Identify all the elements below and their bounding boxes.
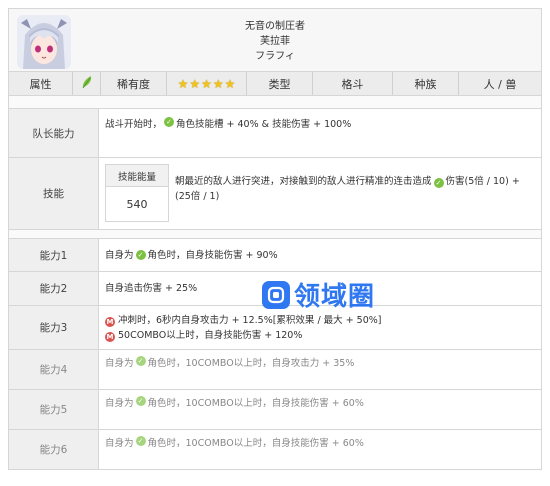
leader-text-b: 角色技能槽 + 40% & 技能伤害 + 100% <box>176 119 352 130</box>
ability-text: 自身为 ✓ 角色时，10COMBO以上时，自身技能伤害 + 60% <box>105 430 535 469</box>
star-icon: ★ <box>189 76 201 91</box>
ability-text-line1: 冲刺时，6秒内自身攻击力 + 12.5%[累积效果 / 最大 + 50%] <box>118 314 382 326</box>
ability-text-b: 角色时，自身技能伤害 + 90% <box>147 249 278 261</box>
ability-text: 自身为 ✓ 角色时，自身技能伤害 + 90% <box>105 239 535 271</box>
leaf-icon: ✓ <box>135 436 146 446</box>
watermark: 领域圈 <box>262 276 375 313</box>
ability-text-b: 角色时，10COMBO以上时，自身技能伤害 + 60% <box>147 438 364 449</box>
ability-label: 能力6 <box>9 430 99 469</box>
star-icon: ★ <box>212 76 224 91</box>
leader-ability-text: 战斗开始时， ✓ 角色技能槽 + 40% & 技能伤害 + 100% <box>105 109 535 157</box>
ability-text-b: 角色时，10COMBO以上时，自身技能伤害 + 60% <box>147 398 364 409</box>
ability-row-6: 能力6 自身为 ✓ 角色时，10COMBO以上时，自身技能伤害 + 60% <box>8 430 542 470</box>
skill-energy-value: 540 <box>126 197 148 211</box>
ability-text-a: 自身为 <box>105 438 134 449</box>
title-block: 无音の制圧者 芙拉菲 フラフィ <box>9 19 541 64</box>
skill-row: 技能 技能能量 540 朝最近的敌人进行突进，对接触到的敌人进行精准的连击造成 ✓… <box>8 158 542 230</box>
card-header: 无音の制圧者 芙拉菲 フラフィ <box>8 8 542 72</box>
leaf-icon: ✓ <box>135 356 146 366</box>
character-name-cn: 芙拉菲 <box>260 36 290 47</box>
skill-description: 朝最近的敌人进行突进，对接触到的敌人进行精准的连击造成 ✓ 伤害(5倍 / 10) … <box>175 174 535 204</box>
m-badge-icon: M <box>105 331 115 342</box>
ability-label: 能力5 <box>9 390 99 429</box>
skill-label: 技能 <box>9 158 99 229</box>
type-label: 类型 <box>247 72 313 95</box>
type-value: 格斗 <box>313 72 393 95</box>
ability-row-5: 能力5 自身为 ✓ 角色时，10COMBO以上时，自身技能伤害 + 60% <box>8 390 542 430</box>
ability-label: 能力3 <box>9 306 99 349</box>
character-name-jp: フラフィ <box>255 51 295 62</box>
star-icon: ★ <box>177 76 189 91</box>
leader-text-a: 战斗开始时， <box>105 119 163 130</box>
ability-row-4: 能力4 自身为 ✓ 角色时，10COMBO以上时，自身攻击力 + 35% <box>8 350 542 390</box>
skill-desc-a: 朝最近的敌人进行突进，对接触到的敌人进行精准的连击造成 <box>175 176 432 187</box>
character-title: 无音の制圧者 <box>245 21 305 32</box>
ability-label: 能力2 <box>9 272 99 305</box>
attr-value <box>73 72 101 95</box>
leaf-icon: ✓ <box>433 178 444 188</box>
ability-text-a: 自身为 <box>105 398 134 409</box>
ability-text-a: 自身为 <box>105 358 134 369</box>
skill-energy-label: 技能能量 <box>106 165 168 187</box>
rarity-stars: ★ ★ ★ ★ ★ <box>167 72 247 95</box>
watermark-text: 领域圈 <box>294 282 376 312</box>
ability-label: 能力1 <box>9 239 99 271</box>
rarity-label: 稀有度 <box>101 72 167 95</box>
ability-text-a: 自身追击伤害 + 25% <box>105 283 198 294</box>
watermark-logo-icon <box>262 280 290 309</box>
character-card: 无音の制圧者 芙拉菲 フラフィ 属性 稀有度 ★ ★ ★ ★ ★ 类型 格斗 种族 人 … <box>0 0 550 486</box>
ability-label: 能力4 <box>9 350 99 389</box>
leaf-icon <box>81 75 93 92</box>
ability-text: 自身为 ✓ 角色时，10COMBO以上时，自身技能伤害 + 60% <box>105 390 535 429</box>
spacer <box>8 96 542 108</box>
star-icon: ★ <box>224 76 236 91</box>
ability-text: 自身为 ✓ 角色时，10COMBO以上时，自身攻击力 + 35% <box>105 350 535 389</box>
m-badge-icon: M <box>105 316 115 327</box>
leaf-icon: ✓ <box>164 117 175 127</box>
leaf-icon: ✓ <box>135 250 146 260</box>
leaf-icon: ✓ <box>135 396 146 406</box>
ability-text-line2: 50COMBO以上时，自身技能伤害 + 120% <box>118 329 303 341</box>
ability-text-b: 角色时，10COMBO以上时，自身攻击力 + 35% <box>147 358 355 369</box>
star-icon: ★ <box>201 76 212 91</box>
spacer <box>8 230 542 238</box>
race-value: 人 / 兽 <box>483 77 517 91</box>
ability-text-a: 自身为 <box>105 249 134 261</box>
ability-row-1: 能力1 自身为 ✓ 角色时，自身技能伤害 + 90% <box>8 238 542 272</box>
leader-ability-row: 队长能力 战斗开始时， ✓ 角色技能槽 + 40% & 技能伤害 + 100% <box>8 108 542 158</box>
race-label: 种族 <box>393 72 459 95</box>
skill-energy-table: 技能能量 540 <box>105 164 169 222</box>
attribute-row: 属性 稀有度 ★ ★ ★ ★ ★ 类型 格斗 种族 人 / 兽 <box>8 72 542 96</box>
leader-ability-label: 队长能力 <box>9 109 99 157</box>
attr-label: 属性 <box>9 72 73 95</box>
